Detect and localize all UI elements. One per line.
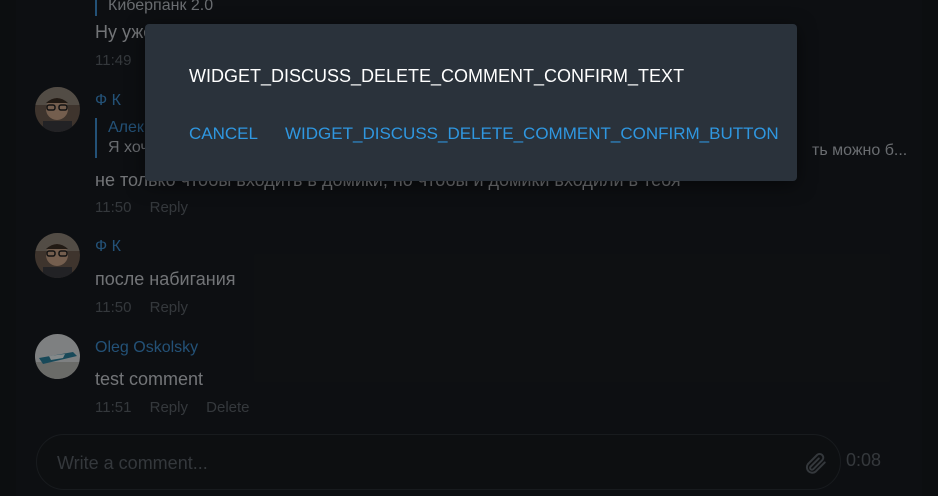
delete-confirm-dialog: WIDGET_DISCUSS_DELETE_COMMENT_CONFIRM_TE… <box>145 24 797 181</box>
cancel-button[interactable]: CANCEL <box>189 124 258 144</box>
confirm-delete-button[interactable]: WIDGET_DISCUSS_DELETE_COMMENT_CONFIRM_BU… <box>285 124 779 144</box>
dialog-message: WIDGET_DISCUSS_DELETE_COMMENT_CONFIRM_TE… <box>189 66 685 86</box>
